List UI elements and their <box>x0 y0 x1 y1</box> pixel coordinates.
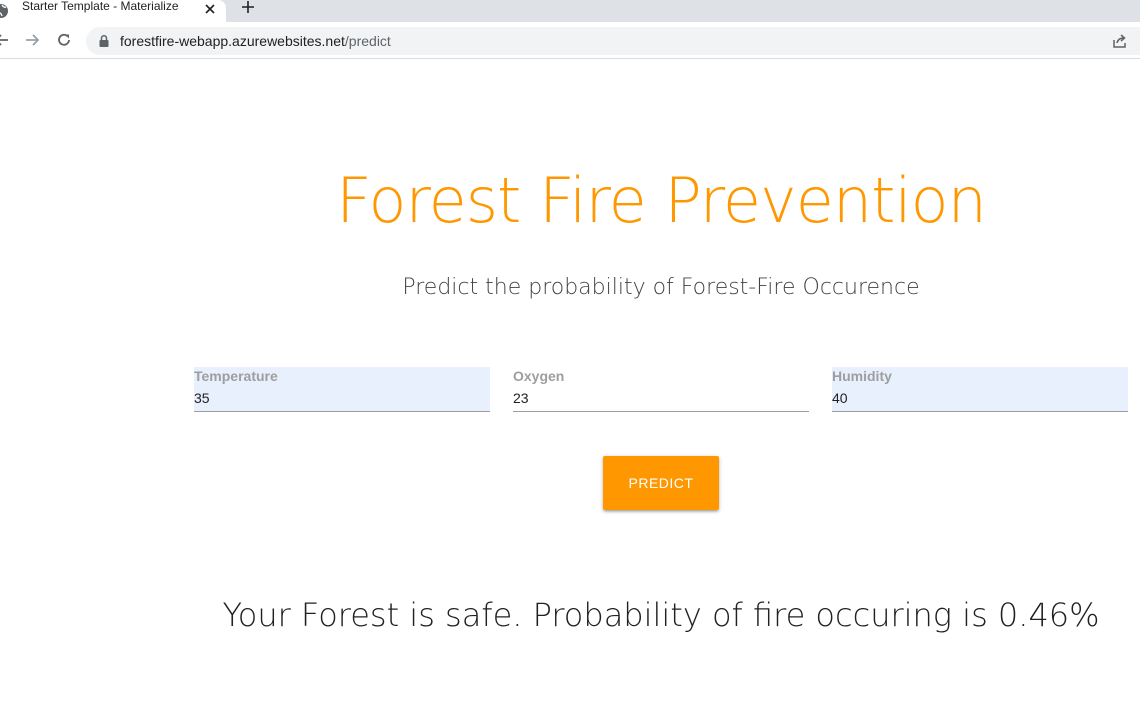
reload-icon[interactable] <box>55 31 73 49</box>
url-host: forestfire-webapp.azurewebsites.net <box>120 33 345 49</box>
temperature-field: Temperature <box>194 367 490 413</box>
globe-icon <box>0 4 8 18</box>
humidity-field: Humidity <box>832 367 1128 413</box>
oxygen-input[interactable] <box>513 384 809 412</box>
oxygen-field: Oxygen <box>513 367 809 413</box>
browser-toolbar: forestfire-webapp.azurewebsites.net/pred… <box>0 22 1140 59</box>
browser-tab[interactable]: Starter Template - Materialize <box>0 0 226 22</box>
tab-title: Starter Template - Materialize <box>22 0 179 13</box>
page-content: Forest Fire Prevention Predict the proba… <box>0 60 1140 702</box>
back-arrow-icon[interactable] <box>0 31 11 49</box>
humidity-input[interactable] <box>832 384 1128 412</box>
forward-arrow-icon[interactable] <box>23 31 41 49</box>
close-icon[interactable] <box>202 1 218 17</box>
tab-strip: Starter Template - Materialize <box>0 0 1140 22</box>
lock-icon[interactable] <box>98 34 110 48</box>
humidity-label: Humidity <box>832 368 892 384</box>
url-text[interactable]: forestfire-webapp.azurewebsites.net/pred… <box>120 27 391 55</box>
page-title: Forest Fire Prevention <box>336 164 987 237</box>
predict-button[interactable]: PREDICT <box>603 456 719 510</box>
temperature-input[interactable] <box>194 384 490 412</box>
page-subtitle: Predict the probability of Forest-Fire O… <box>402 275 920 300</box>
prediction-result: Your Forest is safe. Probability of fire… <box>222 596 1100 634</box>
plus-icon[interactable] <box>239 0 257 14</box>
address-bar[interactable]: forestfire-webapp.azurewebsites.net/pred… <box>86 27 1140 55</box>
share-icon[interactable] <box>1112 33 1128 49</box>
temperature-label: Temperature <box>194 368 278 384</box>
url-path: /predict <box>344 33 391 49</box>
oxygen-label: Oxygen <box>513 368 565 384</box>
